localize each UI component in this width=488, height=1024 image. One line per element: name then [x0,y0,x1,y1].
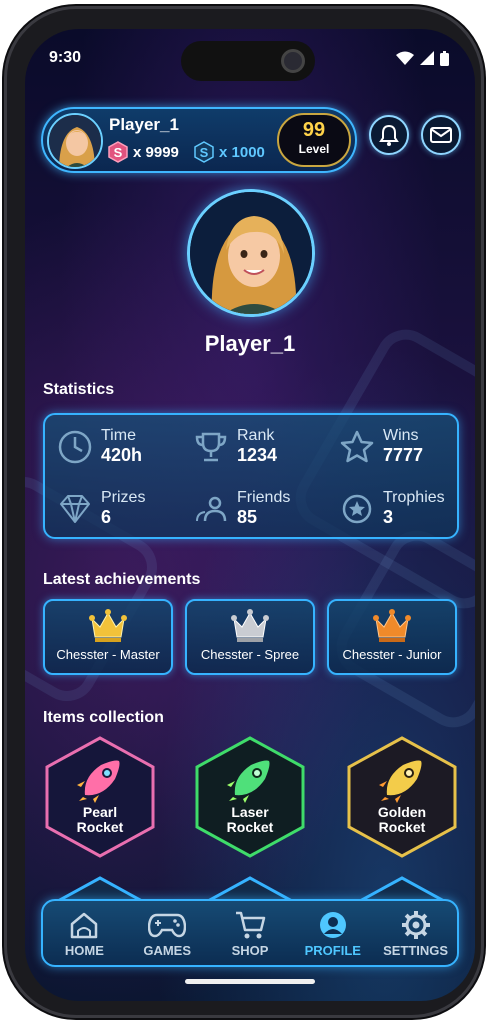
bell-icon [379,124,399,146]
stat-value: 6 [101,507,112,527]
achievement-label: Chesster - Junior [342,647,442,662]
avatar[interactable] [47,113,103,169]
nav-label: HOME [64,942,104,958]
profile-icon [293,909,373,941]
profile-player-name: Player_1 [204,331,296,356]
stat-label: Time [101,427,136,444]
stat-wins: Wins 7777 [337,427,423,467]
battery-icon [440,50,449,66]
status-time: 9:30 [49,49,82,66]
pink-currency: S x 9999 [107,141,179,163]
collection-item-golden-rocket[interactable]: Golden Rocket [345,735,459,859]
bottom-navigation: HOME GAMES SHOP PROFILE SETTINGS [41,899,459,967]
nav-label: SHOP [231,942,269,958]
stat-value: 3 [383,507,394,527]
stat-rank: Rank 1234 [191,427,277,467]
level-badge: 99 Level [277,113,351,167]
item-name-line1: Laser [231,804,269,820]
messages-button[interactable] [421,115,461,155]
collection-title: Items collection [43,709,164,726]
statistics-title: Statistics [43,381,115,398]
gear-icon [376,909,456,941]
app-screen: 9:30 Player_1 S x 9999 S x 1000 99 Level… [25,29,475,1001]
stat-time: Time 420h [55,427,142,467]
level-value: 99 [302,119,326,141]
star-icon [337,427,377,467]
mail-icon [430,127,452,143]
wifi-icon [396,51,414,65]
collection-item-laser-rocket[interactable]: Laser Rocket [193,735,307,859]
pink-currency-amount: x 9999 [133,143,179,161]
friends-icon [191,489,231,529]
diamond-icon [55,489,95,529]
item-name-line2: Rocket [76,819,124,835]
crown-icon [187,609,313,643]
gamepad-icon [127,909,207,941]
stat-friends: Friends 85 [191,489,290,529]
rocket-icon [379,760,422,803]
rocket-icon [77,760,120,803]
nav-home[interactable]: HOME [44,909,124,958]
nav-label: PROFILE [304,942,361,958]
collection-item-pearl-rocket[interactable]: Pearl Rocket [43,735,157,859]
stat-label: Rank [237,427,275,444]
crown-icon [329,609,455,643]
svg-text:S: S [200,145,209,160]
blue-currency: S x 1000 [193,141,265,163]
pink-coin-icon: S [108,141,128,163]
item-name-line1: Golden [377,804,427,820]
item-name-line2: Rocket [226,819,274,835]
phone-frame: 9:30 Player_1 S x 9999 S x 1000 99 Level… [4,6,484,1018]
nav-settings[interactable]: SETTINGS [376,909,456,958]
item-name-line2: Rocket [378,819,426,835]
nav-label: GAMES [143,942,192,958]
notifications-button[interactable] [369,115,409,155]
home-icon [44,909,124,941]
status-bar: 9:30 [49,47,449,69]
nav-profile[interactable]: PROFILE [293,909,373,958]
stat-label: Trophies [383,489,445,506]
stat-prizes: Prizes 6 [55,489,145,529]
stat-trophies: Trophies 3 [337,489,445,529]
player-header-bar[interactable]: Player_1 S x 9999 S x 1000 99 Level [41,107,357,173]
item-name-line1: Pearl [82,804,118,820]
stat-label: Prizes [101,489,146,506]
nav-games[interactable]: GAMES [127,909,207,958]
trophy-icon [191,427,231,467]
medal-icon [337,489,377,529]
signal-icon [420,51,434,65]
achievement-card[interactable]: Chesster - Master [43,599,173,675]
svg-text:S: S [114,145,123,160]
rocket-icon [227,760,270,803]
profile-avatar[interactable] [187,189,315,317]
stat-label: Friends [237,489,291,506]
cart-icon [210,909,290,941]
crown-icon [45,609,171,643]
blue-currency-amount: x 1000 [219,143,265,161]
stat-value: 7777 [383,445,424,465]
level-label: Level [298,142,330,156]
nav-label: SETTINGS [383,942,449,958]
blue-coin-icon: S [194,141,214,163]
stat-value: 85 [237,507,258,527]
achievements-title: Latest achievements [43,571,201,588]
achievement-card[interactable]: Chesster - Spree [185,599,315,675]
achievement-card[interactable]: Chesster - Junior [327,599,457,675]
clock-icon [55,427,95,467]
nav-shop[interactable]: SHOP [210,909,290,958]
stat-value: 420h [101,445,143,465]
home-indicator[interactable] [185,979,315,984]
statistics-panel: Time 420h Rank 1234 Wins 7777 Prizes 6 Frien… [43,413,459,539]
achievement-label: Chesster - Spree [200,647,300,662]
stat-label: Wins [383,427,419,444]
stat-value: 1234 [237,445,278,465]
achievement-label: Chesster - Master [56,647,160,662]
player-name: Player_1 [109,115,179,134]
